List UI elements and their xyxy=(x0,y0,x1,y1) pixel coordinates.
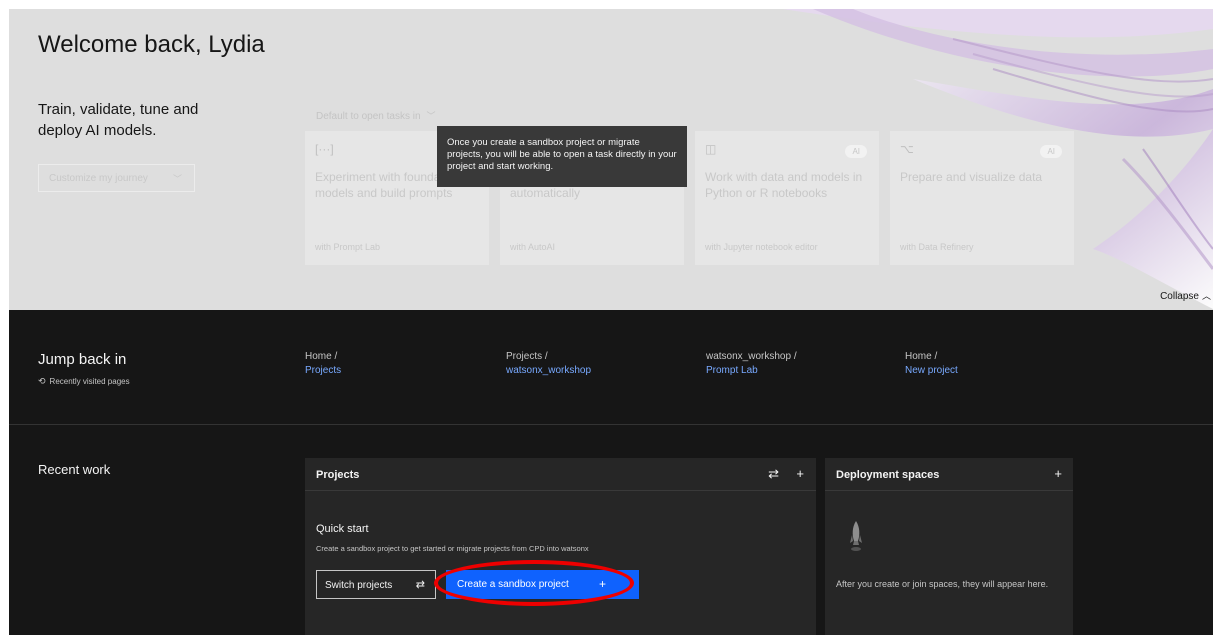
welcome-hero: Welcome back, Lydia Train, validate, tun… xyxy=(9,9,1213,310)
deployment-spaces-header: Deployment spaces + xyxy=(825,458,1073,491)
projects-panel-header: Projects ⇄ + xyxy=(305,458,816,491)
crumb-parent: watsonx_workshop / xyxy=(706,351,797,362)
default-open-tasks-dropdown[interactable]: Default to open tasks in ﹀ xyxy=(316,109,436,122)
deployment-spaces-empty-text: After you create or join spaces, they wi… xyxy=(836,579,1049,589)
switch-projects-button[interactable]: Switch projects ⇄ xyxy=(316,570,436,599)
projects-panel-title: Projects xyxy=(316,469,360,481)
crumb-parent: Home / xyxy=(905,351,938,362)
jump-back-heading: Jump back in xyxy=(38,351,127,368)
chevron-down-icon: ﹀ xyxy=(172,174,182,184)
task-card-notebook[interactable]: ◫ AI Work with data and models in Python… xyxy=(695,131,879,265)
switch-projects-label: Switch projects xyxy=(325,580,393,591)
task-tool: with Jupyter notebook editor xyxy=(705,242,818,252)
task-tool: with Data Refinery xyxy=(900,242,974,252)
crumb-link[interactable]: Prompt Lab xyxy=(706,364,797,378)
add-icon[interactable]: + xyxy=(796,466,804,481)
task-tool: with AutoAI xyxy=(510,242,556,252)
history-icon: ⟲ xyxy=(38,376,46,386)
recent-work-heading: Recent work xyxy=(38,462,111,477)
sandbox-tooltip: Once you create a sandbox project or mig… xyxy=(437,126,687,187)
deployment-spaces-panel: Deployment spaces + After you create or … xyxy=(825,458,1073,635)
data-refinery-icon: ⌥ xyxy=(900,142,914,156)
chevron-up-icon: ︿ xyxy=(1201,291,1211,301)
task-description: Work with data and models in Python or R… xyxy=(705,170,863,200)
ai-badge: AI xyxy=(1040,145,1062,158)
hero-tagline: Train, validate, tune and deploy AI mode… xyxy=(38,101,199,139)
task-card-data-refinery[interactable]: ⌥ AI Prepare and visualize data with Dat… xyxy=(890,131,1074,265)
chevron-down-icon: ﹀ xyxy=(426,111,436,121)
switch-arrows-icon[interactable]: ⇄ xyxy=(768,466,779,482)
crumb-parent: Home / xyxy=(305,351,338,362)
recent-page-crumb: Projects / watsonx_workshop xyxy=(506,350,591,378)
crumb-link[interactable]: New project xyxy=(905,364,958,378)
projects-panel: Projects ⇄ + Quick start Create a sandbo… xyxy=(305,458,816,635)
collapse-button[interactable]: Collapse ︿ xyxy=(1160,289,1211,302)
recent-page-crumb: watsonx_workshop / Prompt Lab xyxy=(706,350,797,378)
collapse-label: Collapse xyxy=(1160,291,1199,302)
ai-badge: AI xyxy=(845,145,867,158)
switch-arrows-icon: ⇄ xyxy=(415,579,425,591)
section-divider xyxy=(9,424,1213,425)
highlight-ellipse xyxy=(434,560,634,606)
quick-start-description: Create a sandbox project to get started … xyxy=(316,544,589,553)
add-icon[interactable]: + xyxy=(1054,466,1062,481)
task-tool: with Prompt Lab xyxy=(315,242,381,252)
rocket-icon xyxy=(850,521,862,551)
welcome-heading: Welcome back, Lydia xyxy=(38,31,265,58)
customize-journey-dropdown[interactable]: Customize my journey ﹀ xyxy=(38,164,195,192)
task-description: automatically xyxy=(510,186,581,200)
crumb-link[interactable]: Projects xyxy=(305,364,341,378)
recently-visited-label: ⟲ Recently visited pages xyxy=(38,376,130,386)
crumb-link[interactable]: watsonx_workshop xyxy=(506,364,591,378)
quick-start-title: Quick start xyxy=(316,523,369,535)
task-description: Prepare and visualize data xyxy=(900,170,1043,184)
recent-page-crumb: Home / New project xyxy=(905,350,958,378)
deployment-spaces-title: Deployment spaces xyxy=(836,469,940,481)
default-open-label: Default to open tasks in xyxy=(316,111,421,122)
recent-page-crumb: Home / Projects xyxy=(305,350,341,378)
prompt-brackets-icon: [···] xyxy=(315,142,334,156)
customize-journey-label: Customize my journey xyxy=(49,173,148,184)
crumb-parent: Projects / xyxy=(506,351,548,362)
notebook-icon: ◫ xyxy=(705,142,717,156)
